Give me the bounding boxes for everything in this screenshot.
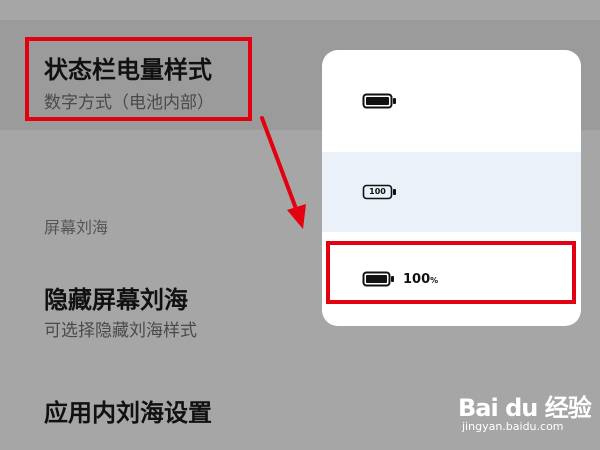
option-battery-plain[interactable] xyxy=(322,50,581,152)
watermark-logo: Bai du 经验 xyxy=(458,394,592,422)
option-battery-number-inside[interactable]: 100 xyxy=(322,152,581,232)
highlight-box-option xyxy=(326,241,576,304)
battery-number-inside-icon: 100 xyxy=(362,184,398,200)
battery-plain-icon xyxy=(362,93,396,109)
baidu-jingyan-watermark: Bai du 经验 jingyan.baidu.com xyxy=(458,384,592,440)
watermark-url: jingyan.baidu.com xyxy=(462,420,564,433)
battery-inner-number: 100 xyxy=(369,187,386,196)
